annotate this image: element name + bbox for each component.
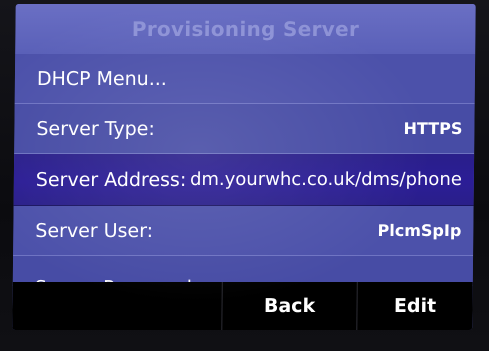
settings-list: DHCP Menu... Server Type: HTTPS Server A… [12,54,476,286]
menu-item-value: HTTPS [403,119,463,138]
back-button[interactable]: Back [222,282,358,330]
softkey-empty [12,282,223,330]
title-bar: Provisioning Server [15,4,476,54]
menu-item-server-address[interactable]: Server Address: dm.yourwhc.co.uk/dms/pho… [13,154,475,206]
softkey-bar: Back Edit [12,282,473,330]
menu-item-server-type[interactable]: Server Type: HTTPS [14,104,475,154]
page-title: Provisioning Server [131,17,360,41]
menu-item-dhcp-menu[interactable]: DHCP Menu... [14,54,476,104]
menu-item-label: Server User: [35,219,154,242]
menu-item-label: Server Type: [36,117,155,140]
edit-button[interactable]: Edit [357,282,473,330]
menu-item-value: dm.yourwhc.co.uk/dms/phone [189,169,462,190]
menu-item-server-user[interactable]: Server User: PlcmSpIp [13,206,474,256]
phone-screen: Provisioning Server DHCP Menu... Server … [12,4,476,330]
menu-item-value: PlcmSpIp [377,221,462,240]
menu-item-label: DHCP Menu... [36,67,168,90]
menu-item-label: Server Address: [35,168,187,191]
